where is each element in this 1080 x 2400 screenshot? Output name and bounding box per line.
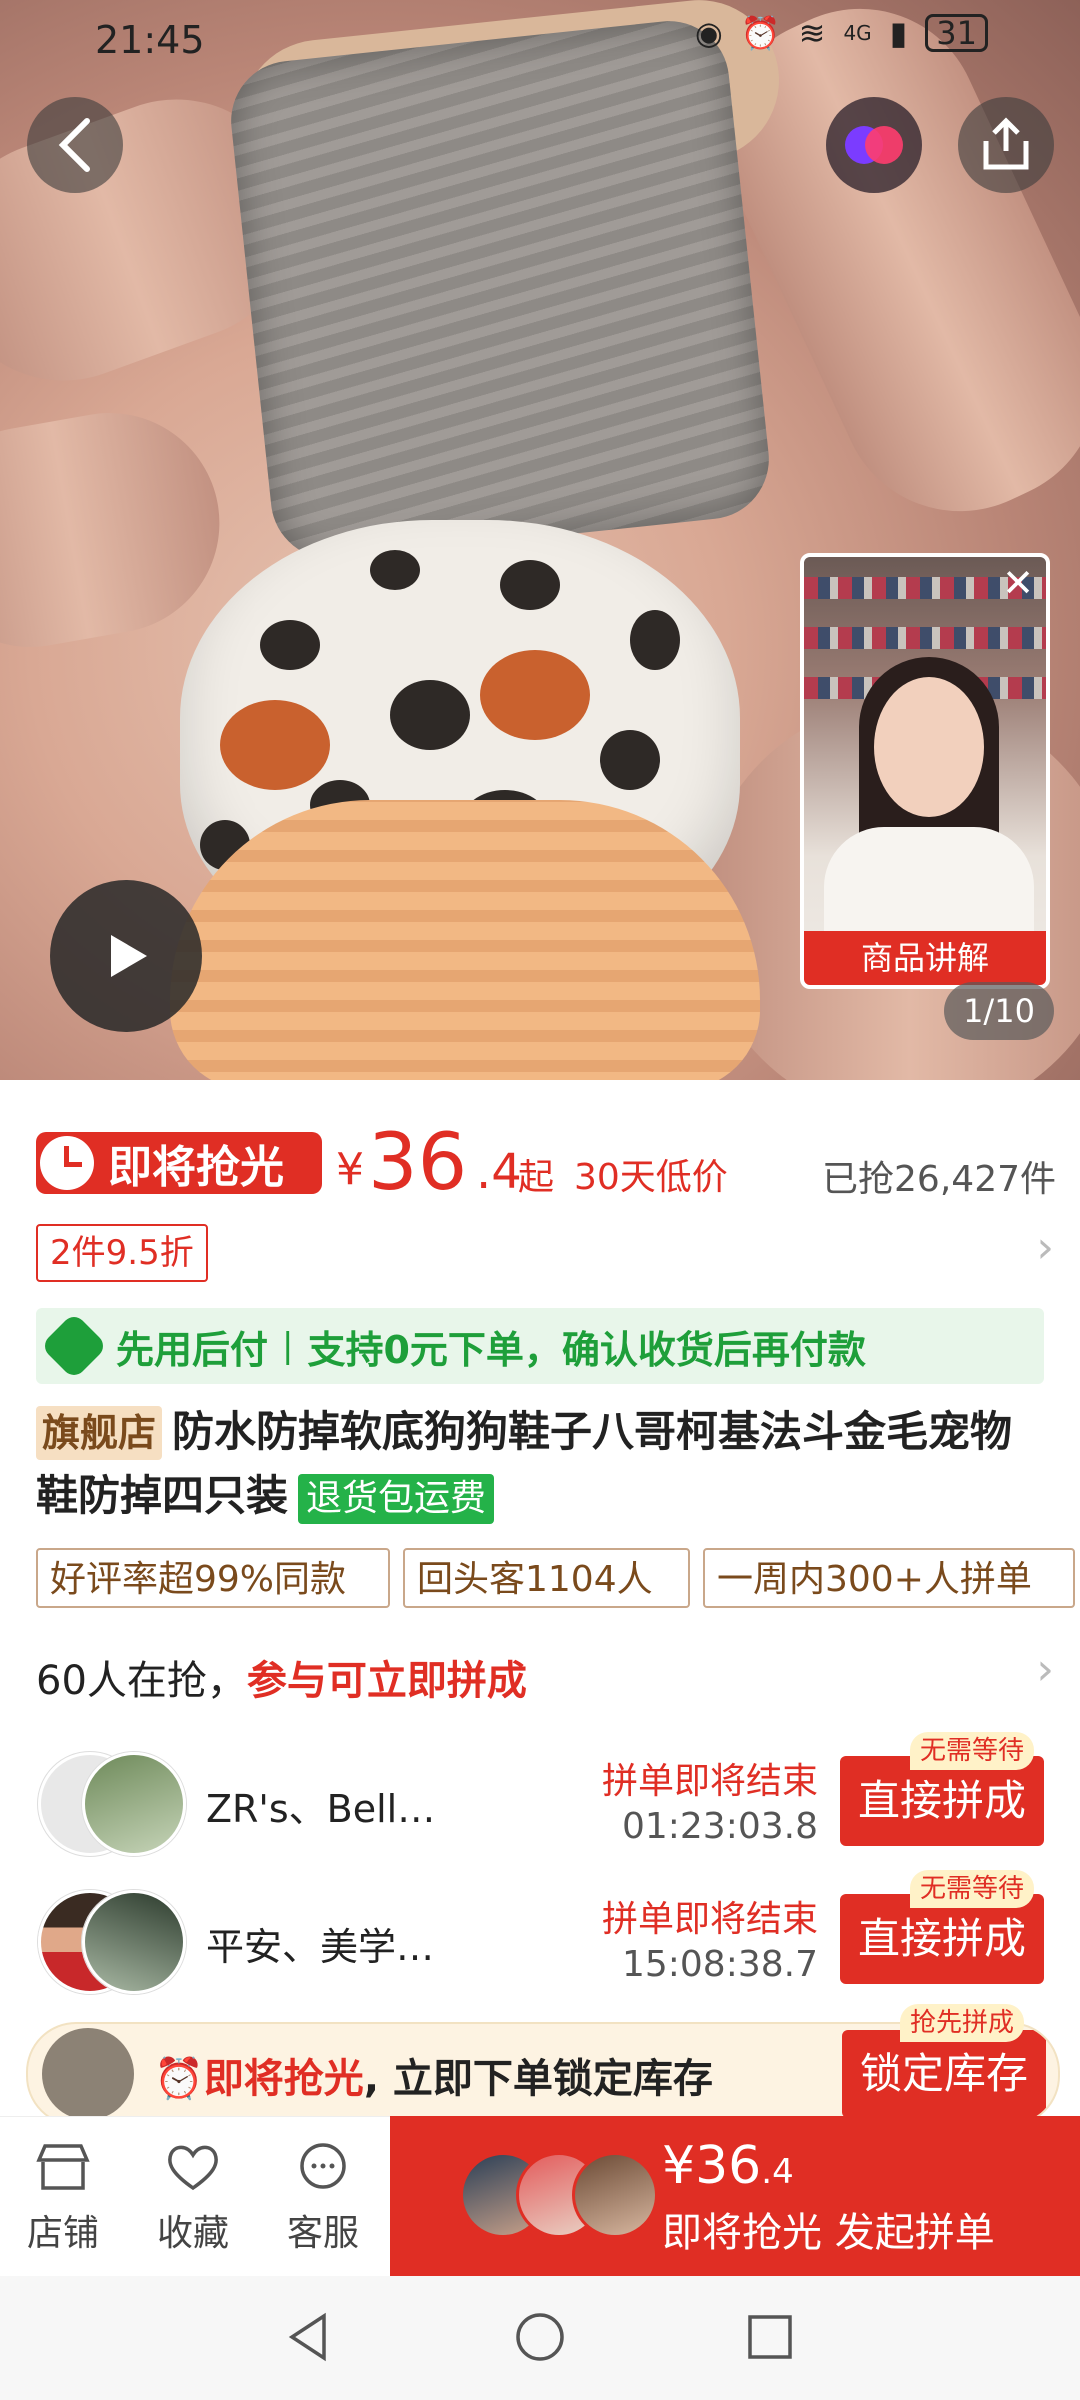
tab-label: 店铺 (26, 2213, 99, 2254)
store-icon (36, 2144, 90, 2190)
avatar (42, 2028, 134, 2120)
eye-icon: ◉ (694, 14, 723, 52)
group-names: ZR's、Bell… (206, 1787, 436, 1831)
pay-later-icon (40, 1312, 108, 1380)
tab-favorite[interactable]: 收藏 (138, 2140, 248, 2256)
play-icon (111, 935, 147, 977)
flagship-store-tag: 旗舰店 (36, 1406, 163, 1460)
group-status: 拼单即将结束 (601, 1899, 818, 1940)
group-timer: 15:08:38.7 (621, 1944, 818, 1985)
group-names: 平安、美学… (206, 1925, 435, 1969)
no-wait-tag: 无需等待 (910, 1732, 1035, 1770)
buy-price: ¥36.4 (662, 2136, 794, 2196)
avatar (572, 2152, 658, 2238)
video-label[interactable]: 商品讲解 (804, 931, 1046, 985)
no-wait-tag: 无需等待 (910, 1870, 1035, 1908)
nav-back-icon[interactable] (282, 2310, 336, 2364)
repeat-customer-chip[interactable]: 回头客1104人 (403, 1548, 690, 1608)
avatar (82, 1890, 186, 1994)
price-symbol: ¥ (336, 1144, 364, 1195)
lock-stock-button[interactable]: 锁定库存 (842, 2030, 1046, 2118)
live-icon (845, 126, 903, 164)
return-shipping-tag: 退货包运费 (298, 1474, 495, 1524)
group-timer: 01:23:03.8 (621, 1806, 818, 1847)
network-label: 4G (843, 21, 872, 45)
lock-stock-text: ⏰即将抢光, 立即下单锁定库存 (154, 2046, 713, 2104)
selling-out-badge: 即将抢光 (36, 1132, 322, 1194)
alarm-icon: ⏰ (740, 14, 781, 52)
price-decimal: .4 (476, 1144, 522, 1200)
group-cta: 参与可立即拼成 (246, 1658, 527, 1704)
avatar (82, 1752, 186, 1856)
rating-chip[interactable]: 好评率超99%同款 (36, 1548, 390, 1608)
price-from: 起 (518, 1157, 555, 1198)
discount-tag[interactable]: 2件9.5折 (36, 1224, 208, 1282)
selling-out-text: 即将抢光 (108, 1142, 284, 1193)
buy-label: 即将抢光 发起拼单 (662, 2210, 995, 2256)
chevron-right-icon[interactable]: › (1036, 1222, 1054, 1273)
clock-icon: ⏰ (154, 2056, 204, 2102)
grab-first-tag: 抢先拼成 (900, 2004, 1025, 2042)
product-title: 防水防掉软底狗狗鞋子八哥柯基法斗金毛宠物鞋防掉四只装 (36, 1407, 1013, 1520)
chevron-right-icon[interactable]: › (1036, 1644, 1054, 1695)
image-page-indicator: 1/10 (944, 982, 1054, 1040)
sold-count: 已抢26,427件 (822, 1159, 1056, 1200)
buy-price-symbol: ¥ (662, 2136, 696, 2196)
tab-label: 客服 (286, 2213, 359, 2254)
group-buy-header[interactable]: 60人在抢，参与可立即拼成 (36, 1648, 527, 1706)
wifi-icon: ≋ (798, 14, 826, 52)
close-icon[interactable]: ✕ (998, 563, 1038, 603)
tab-service[interactable]: 客服 (268, 2140, 378, 2256)
weekly-orders-chip[interactable]: 一周内300+人拼单 (703, 1548, 1075, 1608)
signal-icon: ▮ (889, 14, 908, 52)
lock-message: , 立即下单锁定库存 (363, 2056, 713, 2102)
buy-price-integer: 36 (695, 2136, 762, 2196)
pay-later-separator: | (282, 1326, 294, 1366)
group-count: 60人在抢， (36, 1658, 247, 1704)
low-price-note: 30天低价 (574, 1157, 728, 1198)
group-status: 拼单即将结束 (601, 1761, 818, 1802)
nav-home-icon[interactable] (513, 2310, 567, 2364)
live-button[interactable] (826, 97, 922, 193)
back-icon (58, 118, 90, 172)
pay-later-title: 先用后付 (116, 1327, 269, 1372)
tab-store[interactable]: 店铺 (8, 2140, 118, 2256)
clock-icon (40, 1136, 94, 1190)
price-integer: 36 (368, 1118, 468, 1208)
pay-later-desc: 支持0元下单，确认收货后再付款 (307, 1327, 866, 1372)
product-title-block: 旗舰店 防水防掉软底狗狗鞋子八哥柯基法斗金毛宠物鞋防掉四只装 退货包运费 (36, 1400, 1046, 1528)
lock-highlight: 即将抢光 (203, 2056, 364, 2102)
status-time: 21:45 (95, 18, 205, 62)
tab-label: 收藏 (156, 2213, 229, 2254)
share-button[interactable] (958, 97, 1054, 193)
buy-price-decimal: .4 (761, 2152, 794, 2192)
chat-icon (300, 2143, 346, 2189)
back-button[interactable] (27, 97, 123, 193)
pay-later-banner[interactable]: 先用后付 | 支持0元下单，确认收货后再付款 (36, 1308, 1044, 1384)
share-icon (983, 117, 1029, 170)
heart-icon (168, 2145, 218, 2191)
battery-icon: 31 (925, 14, 988, 52)
nav-recents-icon[interactable] (743, 2310, 797, 2364)
play-video-button[interactable] (50, 880, 202, 1032)
video-preview[interactable]: ✕ 商品讲解 (800, 553, 1050, 989)
status-icons: ◉ ⏰ ≋ 4G ▮ 31 (695, 14, 988, 52)
